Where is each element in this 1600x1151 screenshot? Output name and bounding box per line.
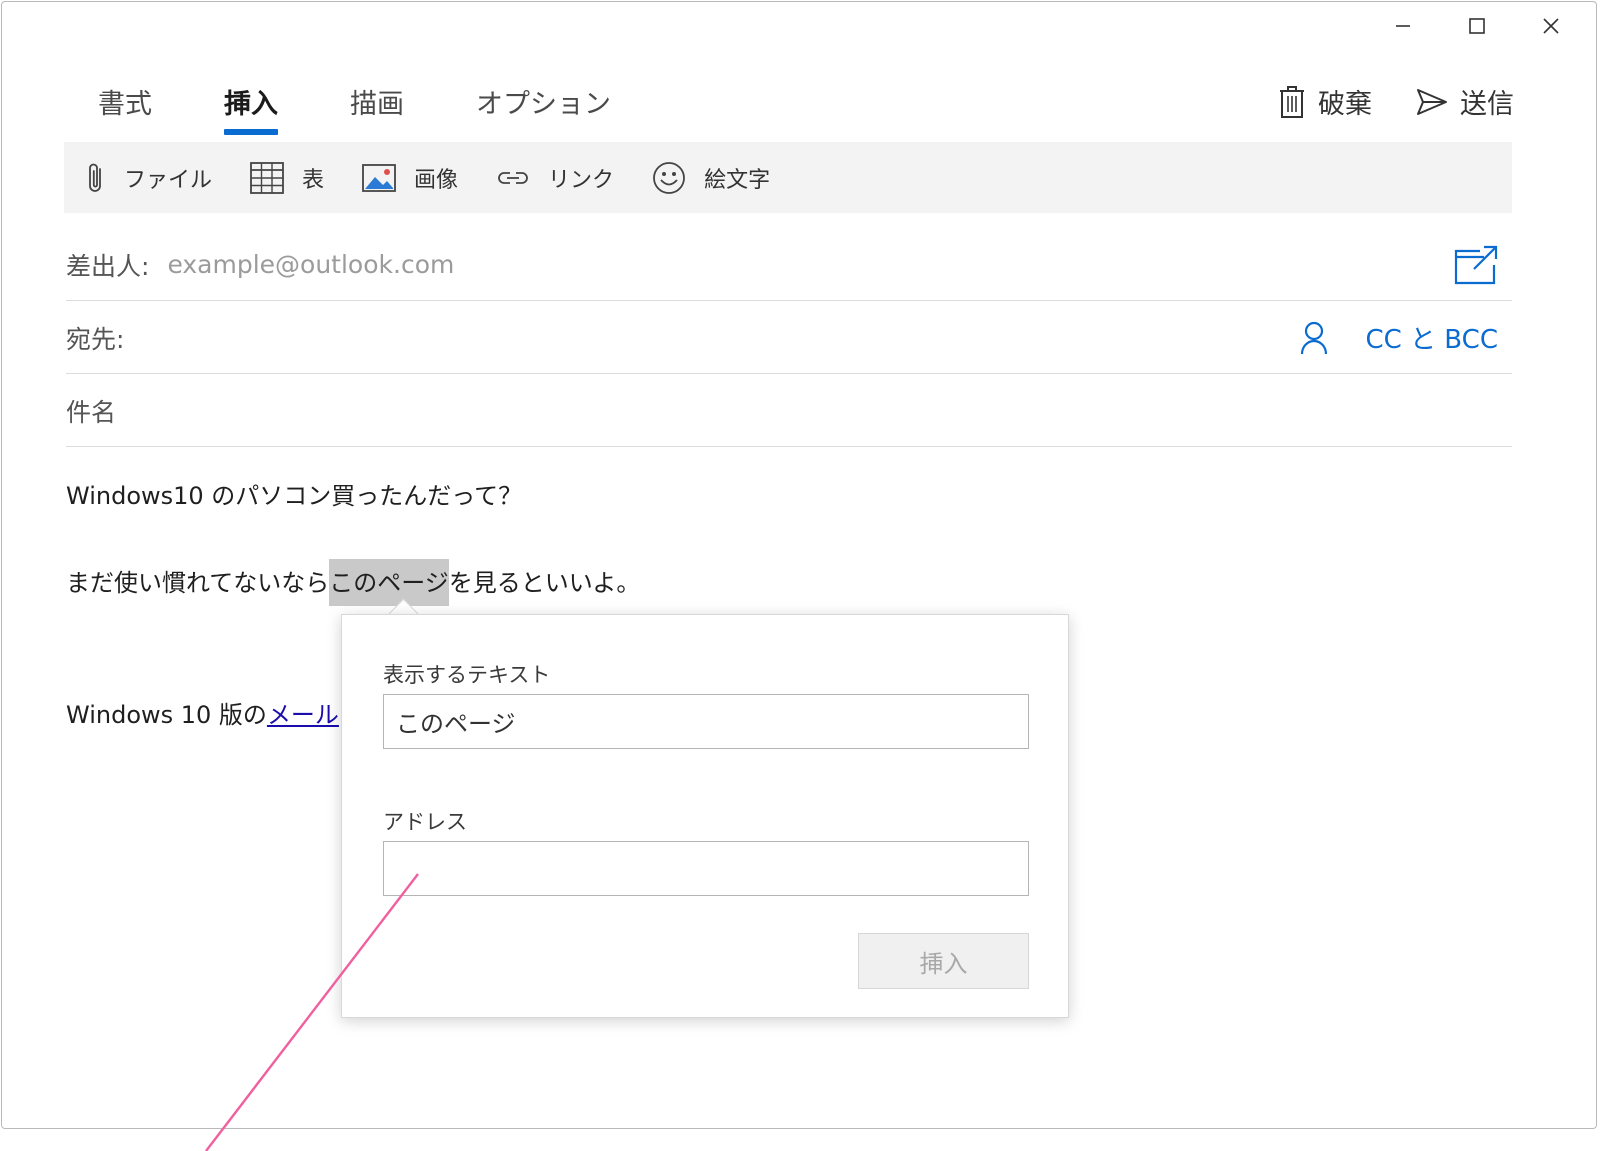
insert-button[interactable]: 挿入: [858, 933, 1029, 989]
window-caption-buttons: [1366, 8, 1588, 44]
subject-label: 件名: [66, 397, 117, 427]
send-label: 送信: [1460, 89, 1514, 120]
selected-text[interactable]: このページ: [329, 559, 449, 606]
subject-field[interactable]: 件名: [66, 375, 1512, 447]
tab-insert[interactable]: 挿入: [224, 82, 278, 135]
address-label: アドレス: [383, 810, 467, 834]
insert-link-button[interactable]: リンク: [496, 162, 614, 194]
send-icon: [1417, 88, 1447, 115]
minimize-button[interactable]: [1366, 8, 1440, 44]
close-icon: [1543, 18, 1559, 34]
table-label: 表: [302, 167, 325, 193]
insert-table-button[interactable]: 表: [250, 161, 325, 194]
trash-icon: [1280, 85, 1304, 118]
link-icon: [498, 171, 528, 184]
to-field[interactable]: 宛先: CC と BCC: [66, 302, 1512, 374]
header-actions: 破棄 送信: [1234, 82, 1514, 121]
from-field: 差出人: example@outlook.com: [66, 229, 1512, 301]
send-button[interactable]: 送信: [1416, 82, 1514, 121]
tab-options[interactable]: オプション: [476, 82, 611, 135]
minimize-icon: [1396, 25, 1410, 27]
emoji-icon: [653, 161, 685, 194]
body-text: まだ使い慣れてないなら: [66, 569, 330, 597]
ribbon-tabs: 書式 挿入 描画 オプション: [98, 82, 683, 135]
contact-picker-icon[interactable]: [1299, 321, 1329, 355]
from-label: 差出人:: [66, 251, 150, 281]
body-text: を見るといいよ。: [448, 569, 641, 597]
maximize-icon: [1469, 18, 1485, 34]
table-icon: [250, 161, 284, 194]
display-text-input[interactable]: このページ: [383, 694, 1029, 749]
insert-emoji-button[interactable]: 絵文字: [652, 161, 770, 195]
display-text-label: 表示するテキスト: [383, 663, 551, 687]
from-actions: [1454, 229, 1498, 300]
emoji-label: 絵文字: [704, 167, 771, 193]
link-label: リンク: [548, 167, 615, 193]
tab-draw[interactable]: 描画: [350, 82, 404, 135]
discard-label: 破棄: [1318, 89, 1372, 120]
body-line-3[interactable]: Windows 10 版のメール: [66, 695, 339, 730]
to-actions: CC と BCC: [1299, 302, 1498, 373]
body-line-2[interactable]: まだ使い慣れてないならこのページを見るといいよ。: [66, 559, 641, 606]
image-label: 画像: [414, 167, 459, 193]
cc-bcc-link[interactable]: CC と BCC: [1365, 319, 1498, 356]
body-text: Windows 10 版の: [66, 701, 267, 729]
file-label: ファイル: [124, 167, 213, 193]
body-line-1[interactable]: Windows10 のパソコン買ったんだって？: [66, 476, 522, 511]
tab-format[interactable]: 書式: [98, 82, 152, 135]
pop-out-icon[interactable]: [1454, 245, 1498, 285]
to-label: 宛先:: [66, 324, 125, 354]
image-icon: [362, 163, 396, 192]
insert-ribbon: ファイル 表 画像 リンク 絵文字: [64, 142, 1512, 213]
from-value[interactable]: example@outlook.com: [167, 250, 454, 279]
close-button[interactable]: [1514, 8, 1588, 44]
discard-button[interactable]: 破棄: [1278, 82, 1372, 121]
mail-app-link[interactable]: メール: [267, 701, 339, 729]
insert-image-button[interactable]: 画像: [362, 162, 458, 194]
address-input[interactable]: [383, 841, 1029, 896]
paperclip-icon: [89, 163, 101, 192]
insert-link-popup: 表示するテキスト このページ アドレス 挿入: [341, 614, 1069, 1018]
attach-file-button[interactable]: ファイル: [86, 161, 212, 195]
maximize-button[interactable]: [1440, 8, 1514, 44]
